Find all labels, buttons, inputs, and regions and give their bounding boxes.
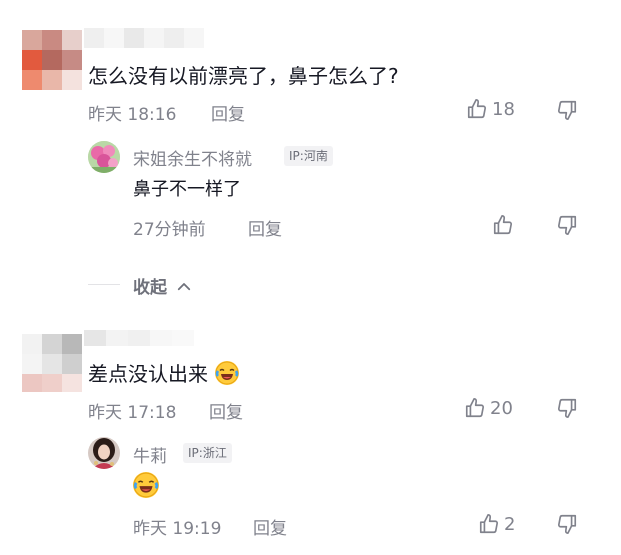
- laughing-crying-emoji: [215, 361, 240, 385]
- reply-button[interactable]: 回复: [209, 398, 243, 423]
- avatar[interactable]: [22, 30, 82, 90]
- dislike-button[interactable]: [556, 397, 578, 419]
- thumbs-down-icon: [557, 398, 577, 418]
- comment-text: 差点没认出来: [88, 358, 240, 387]
- reply-text: [133, 472, 159, 502]
- person-avatar-icon: [88, 437, 120, 469]
- reply-avatar[interactable]: [88, 437, 120, 469]
- thumbs-up-icon: [467, 99, 487, 119]
- reply-time: 27分钟前: [133, 220, 206, 240]
- like-count: 18: [492, 99, 515, 120]
- reply-text: 鼻子不一样了: [133, 179, 241, 200]
- like-count: 2: [504, 514, 516, 535]
- avatar[interactable]: [22, 334, 82, 392]
- thumbs-down-icon: [557, 514, 577, 534]
- reply-button[interactable]: 回复: [248, 215, 282, 240]
- reply-username[interactable]: 宋姐余生不将就: [133, 145, 252, 170]
- chevron-up-icon: [175, 278, 193, 300]
- like-count: 20: [490, 398, 513, 419]
- thumbs-down-icon: [557, 215, 577, 235]
- reply-username[interactable]: 牛莉: [133, 442, 167, 467]
- reply-time: 昨天 19:19: [133, 519, 222, 539]
- ip-badge: IP:浙江: [183, 443, 232, 463]
- dislike-button[interactable]: [556, 513, 578, 535]
- comment-time: 昨天 18:16: [88, 105, 177, 125]
- like-button[interactable]: [492, 214, 514, 236]
- like-button[interactable]: [466, 98, 488, 120]
- dislike-button[interactable]: [556, 214, 578, 236]
- thumbs-up-icon: [493, 215, 513, 235]
- divider: [88, 284, 120, 285]
- comment-time: 昨天 17:18: [88, 403, 177, 423]
- reply-button[interactable]: 回复: [211, 100, 245, 125]
- comment-text-content: 差点没认出来: [88, 362, 208, 386]
- ip-badge: IP:河南: [284, 146, 333, 166]
- thumbs-up-icon: [465, 398, 485, 418]
- thumbs-up-icon: [479, 514, 499, 534]
- like-button[interactable]: [464, 397, 486, 419]
- reply-avatar[interactable]: [88, 141, 120, 173]
- collapse-label: 收起: [133, 278, 167, 298]
- dislike-button[interactable]: [556, 99, 578, 121]
- collapse-replies-button[interactable]: 收起: [133, 273, 193, 300]
- comment-username[interactable]: [84, 28, 204, 48]
- comment-text: 怎么没有以前漂亮了，鼻子怎么了?: [88, 64, 399, 88]
- thumbs-down-icon: [557, 100, 577, 120]
- flower-avatar-icon: [88, 141, 120, 173]
- reply-button[interactable]: 回复: [253, 514, 287, 539]
- like-button[interactable]: [478, 513, 500, 535]
- comment-username[interactable]: [84, 330, 194, 346]
- laughing-crying-emoji: [133, 472, 159, 498]
